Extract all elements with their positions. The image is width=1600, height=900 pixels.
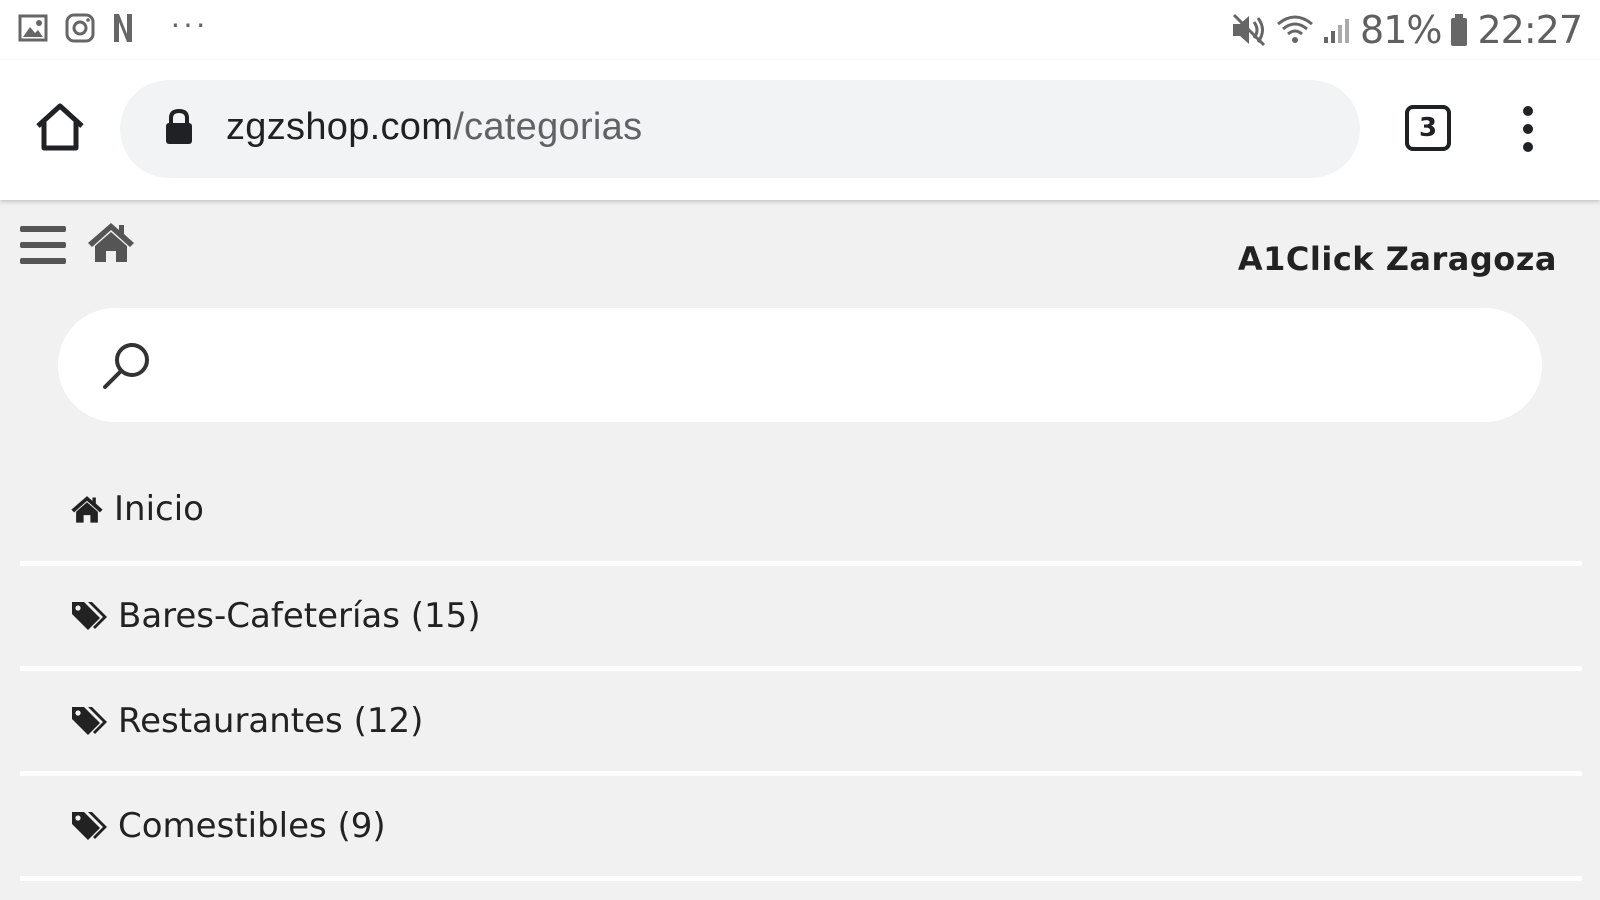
category-label: Bares-Cafeterías (15) (118, 596, 481, 636)
category-label: Restaurantes (12) (118, 701, 424, 741)
tab-count: 3 (1418, 113, 1438, 143)
category-item-restaurantes[interactable]: Restaurantes (12) (20, 671, 1582, 776)
search-icon[interactable] (100, 338, 154, 397)
tags-icon (70, 599, 108, 633)
more-notifications: ··· (170, 4, 208, 41)
instagram-icon (64, 12, 96, 44)
clock: 22:27 (1477, 8, 1583, 52)
tags-icon (70, 704, 108, 738)
battery-icon (1449, 13, 1469, 47)
brand-name[interactable]: A1Click Zaragoza (1238, 240, 1557, 278)
category-label: Comestibles (9) (118, 806, 386, 846)
netflix-icon (112, 12, 134, 44)
lock-icon (164, 108, 194, 151)
status-bar: ··· 81% 22:27 (0, 0, 1600, 60)
more-vert-icon[interactable] (1515, 104, 1541, 154)
category-item-bares-cafeterias[interactable]: Bares-Cafeterías (15) (20, 566, 1582, 671)
wifi-icon (1276, 14, 1314, 46)
home-icon (70, 494, 104, 524)
url-domain: zgzshop.com (226, 106, 454, 148)
home-icon[interactable] (32, 100, 88, 156)
browser-toolbar: zgzshop.com/categorias 3 (0, 60, 1600, 200)
tabs-icon[interactable]: 3 (1405, 105, 1451, 151)
mute-icon (1230, 13, 1268, 47)
category-list: Inicio Bares-Cafeterías (15) Restaurante… (20, 456, 1582, 881)
tags-icon (70, 809, 108, 843)
category-item-inicio[interactable]: Inicio (20, 456, 1582, 566)
site-header: A1Click Zaragoza (0, 200, 1600, 300)
url-path: /categorias (453, 106, 643, 148)
signal-icon (1322, 15, 1352, 45)
url-text: zgzshop.com/categorias (226, 106, 642, 149)
system-status: 81% 22:27 (1230, 8, 1583, 52)
category-label: Inicio (114, 488, 204, 529)
category-item-comestibles[interactable]: Comestibles (9) (20, 776, 1582, 881)
battery-percentage: 81% (1360, 8, 1442, 52)
notification-icons: ··· (18, 5, 208, 44)
hamburger-icon[interactable] (20, 224, 68, 271)
gallery-icon (18, 13, 48, 43)
address-bar[interactable]: zgzshop.com/categorias (120, 80, 1360, 178)
house-icon[interactable] (86, 220, 136, 269)
search-bar[interactable] (58, 308, 1542, 422)
search-input[interactable] (178, 332, 1498, 398)
